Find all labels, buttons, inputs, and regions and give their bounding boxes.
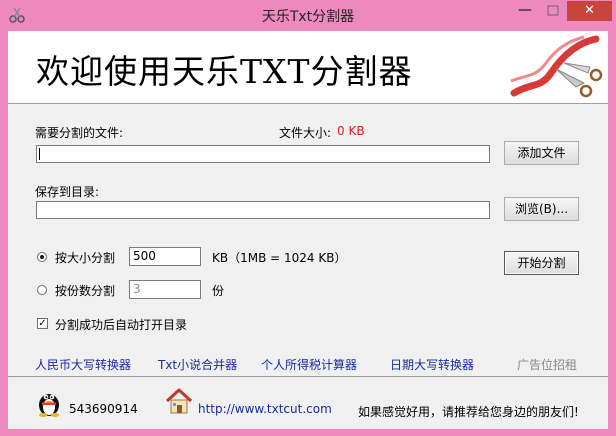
- browse-button[interactable]: 浏览(B)...: [504, 197, 579, 221]
- scissors-ribbon-icon: [510, 35, 603, 98]
- banner-heading: 欢迎使用天乐TXT分割器: [36, 52, 413, 91]
- file-size-label: 文件大小:: [279, 126, 332, 140]
- start-split-button[interactable]: 开始分割: [504, 251, 579, 275]
- auto-open-label[interactable]: 分割成功后自动打开目录: [55, 316, 187, 333]
- website-link[interactable]: http://www.txtcut.com: [198, 402, 332, 416]
- qq-number[interactable]: 543690914: [69, 402, 138, 416]
- split-by-count-radio[interactable]: [37, 285, 47, 295]
- title-bar[interactable]: 天乐Txt分割器 — ✕: [0, 0, 616, 30]
- close-button[interactable]: ✕: [567, 1, 612, 21]
- source-file-label: 需要分割的文件:: [35, 126, 124, 140]
- source-file-input[interactable]: [36, 145, 490, 163]
- split-size-input[interactable]: 500: [129, 247, 201, 266]
- split-count-input[interactable]: 3: [129, 280, 201, 299]
- count-unit: 份: [212, 284, 225, 298]
- maximize-button[interactable]: [539, 0, 567, 22]
- share-message: 如果感觉好用，请推荐给您身边的朋友们!: [358, 405, 579, 419]
- home-icon[interactable]: [164, 387, 194, 415]
- split-by-size-radio[interactable]: [37, 252, 47, 262]
- size-unit-hint: KB（1MB = 1024 KB）: [212, 251, 347, 265]
- split-by-count-label[interactable]: 按份数分割: [55, 282, 115, 299]
- rmb-converter-link[interactable]: 人民币大写转换器: [35, 356, 131, 373]
- app-window: 天乐Txt分割器 — ✕ 欢迎使用天乐TXT分割器 需要分割的文件: 文件大小:…: [0, 0, 616, 436]
- minimize-button[interactable]: —: [511, 0, 539, 22]
- split-by-size-label[interactable]: 按大小分割: [55, 249, 115, 266]
- client-area: 欢迎使用天乐TXT分割器 需要分割的文件: 文件大小: 0 KB 添加文件 保存…: [8, 31, 608, 429]
- auto-open-checkbox[interactable]: ✓: [37, 318, 48, 329]
- tax-calculator-link[interactable]: 个人所得税计算器: [261, 356, 357, 373]
- save-dir-label: 保存到目录:: [35, 185, 100, 199]
- qq-penguin-icon[interactable]: [36, 387, 62, 417]
- banner: 欢迎使用天乐TXT分割器: [8, 31, 608, 104]
- save-dir-input[interactable]: [36, 201, 490, 219]
- ad-space-label: 广告位招租: [517, 358, 578, 372]
- maximize-icon: [547, 5, 559, 16]
- add-file-button[interactable]: 添加文件: [504, 141, 579, 165]
- txt-merger-link[interactable]: Txt小说合并器: [158, 356, 237, 373]
- text-cursor: [39, 148, 40, 160]
- date-converter-link[interactable]: 日期大写转换器: [390, 356, 474, 373]
- file-size-value: 0 KB: [337, 124, 365, 138]
- footer-divider: [8, 376, 608, 377]
